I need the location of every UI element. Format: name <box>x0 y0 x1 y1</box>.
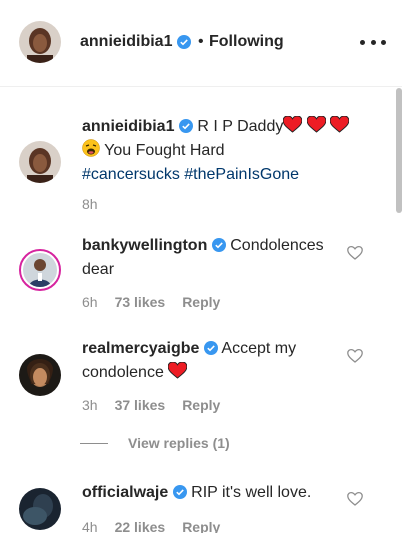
caption-text: annieidibia1 R I P Daddy You Fought Hard… <box>82 115 372 187</box>
comment-text: realmercyaigbe Accept my condolence <box>82 337 344 385</box>
caption-meta: 8h <box>82 196 98 212</box>
comment-likes[interactable]: 37 likes <box>115 397 166 413</box>
comment-body: RIP it's well love. <box>191 484 312 501</box>
comment-meta: 3h 37 likes Reply <box>82 397 220 413</box>
comment-text: officialwaje RIP it's well love. <box>82 481 344 505</box>
comment-likes[interactable]: 73 likes <box>115 294 166 310</box>
like-heart-icon[interactable] <box>347 348 363 364</box>
caption-username[interactable]: annieidibia1 <box>82 118 174 135</box>
caption-time: 8h <box>82 196 98 212</box>
red-heart-icon <box>306 116 326 133</box>
commenter-avatar[interactable] <box>19 488 61 530</box>
view-replies-button[interactable]: View replies (1) <box>80 435 230 451</box>
comment-username[interactable]: officialwaje <box>82 484 168 501</box>
comment-likes[interactable]: 22 likes <box>115 519 166 533</box>
author-username[interactable]: annieidibia1 <box>80 33 172 51</box>
red-heart-icon <box>283 116 303 133</box>
comment-username[interactable]: realmercyaigbe <box>82 340 199 357</box>
more-options-icon[interactable] <box>360 30 386 54</box>
like-heart-icon[interactable] <box>347 491 363 507</box>
hashtag-link[interactable]: #thePainIsGone <box>184 166 299 183</box>
view-replies-label[interactable]: View replies (1) <box>128 435 230 451</box>
comment-time: 4h <box>82 519 98 533</box>
verified-badge-icon <box>211 238 226 252</box>
like-heart-icon[interactable] <box>347 245 363 261</box>
comment-time: 3h <box>82 397 98 413</box>
comment-meta: 6h 73 likes Reply <box>82 294 220 310</box>
caption-avatar[interactable] <box>19 141 61 183</box>
reply-button[interactable]: Reply <box>182 294 220 310</box>
comment-time: 6h <box>82 294 98 310</box>
verified-badge-icon <box>203 341 218 355</box>
comment-meta: 4h 22 likes Reply <box>82 519 220 533</box>
reply-button[interactable]: Reply <box>182 519 220 533</box>
hashtag-link[interactable]: #cancersucks <box>82 166 180 183</box>
caption-text-part: R I P Daddy <box>197 118 284 135</box>
reply-button[interactable]: Reply <box>182 397 220 413</box>
following-button[interactable]: Following <box>209 33 284 51</box>
red-heart-icon <box>330 116 350 133</box>
verified-badge-icon <box>177 35 191 54</box>
caption-text-part: You Fought Hard <box>104 142 225 159</box>
commenter-avatar[interactable] <box>19 249 61 291</box>
commenter-avatar[interactable] <box>19 354 61 396</box>
weary-face-emoji-icon <box>82 139 100 157</box>
author-avatar[interactable] <box>19 21 61 63</box>
scrollbar[interactable] <box>396 88 402 213</box>
verified-badge-icon <box>178 119 193 133</box>
comment-username[interactable]: bankywellington <box>82 237 207 254</box>
red-heart-icon <box>168 362 188 379</box>
verified-badge-icon <box>172 485 187 499</box>
post-header: annieidibia1 • Following <box>0 0 402 87</box>
comment-text: bankywellington Condolences dear <box>82 234 344 282</box>
separator-dot: • <box>198 33 204 50</box>
view-replies-divider <box>80 442 108 444</box>
